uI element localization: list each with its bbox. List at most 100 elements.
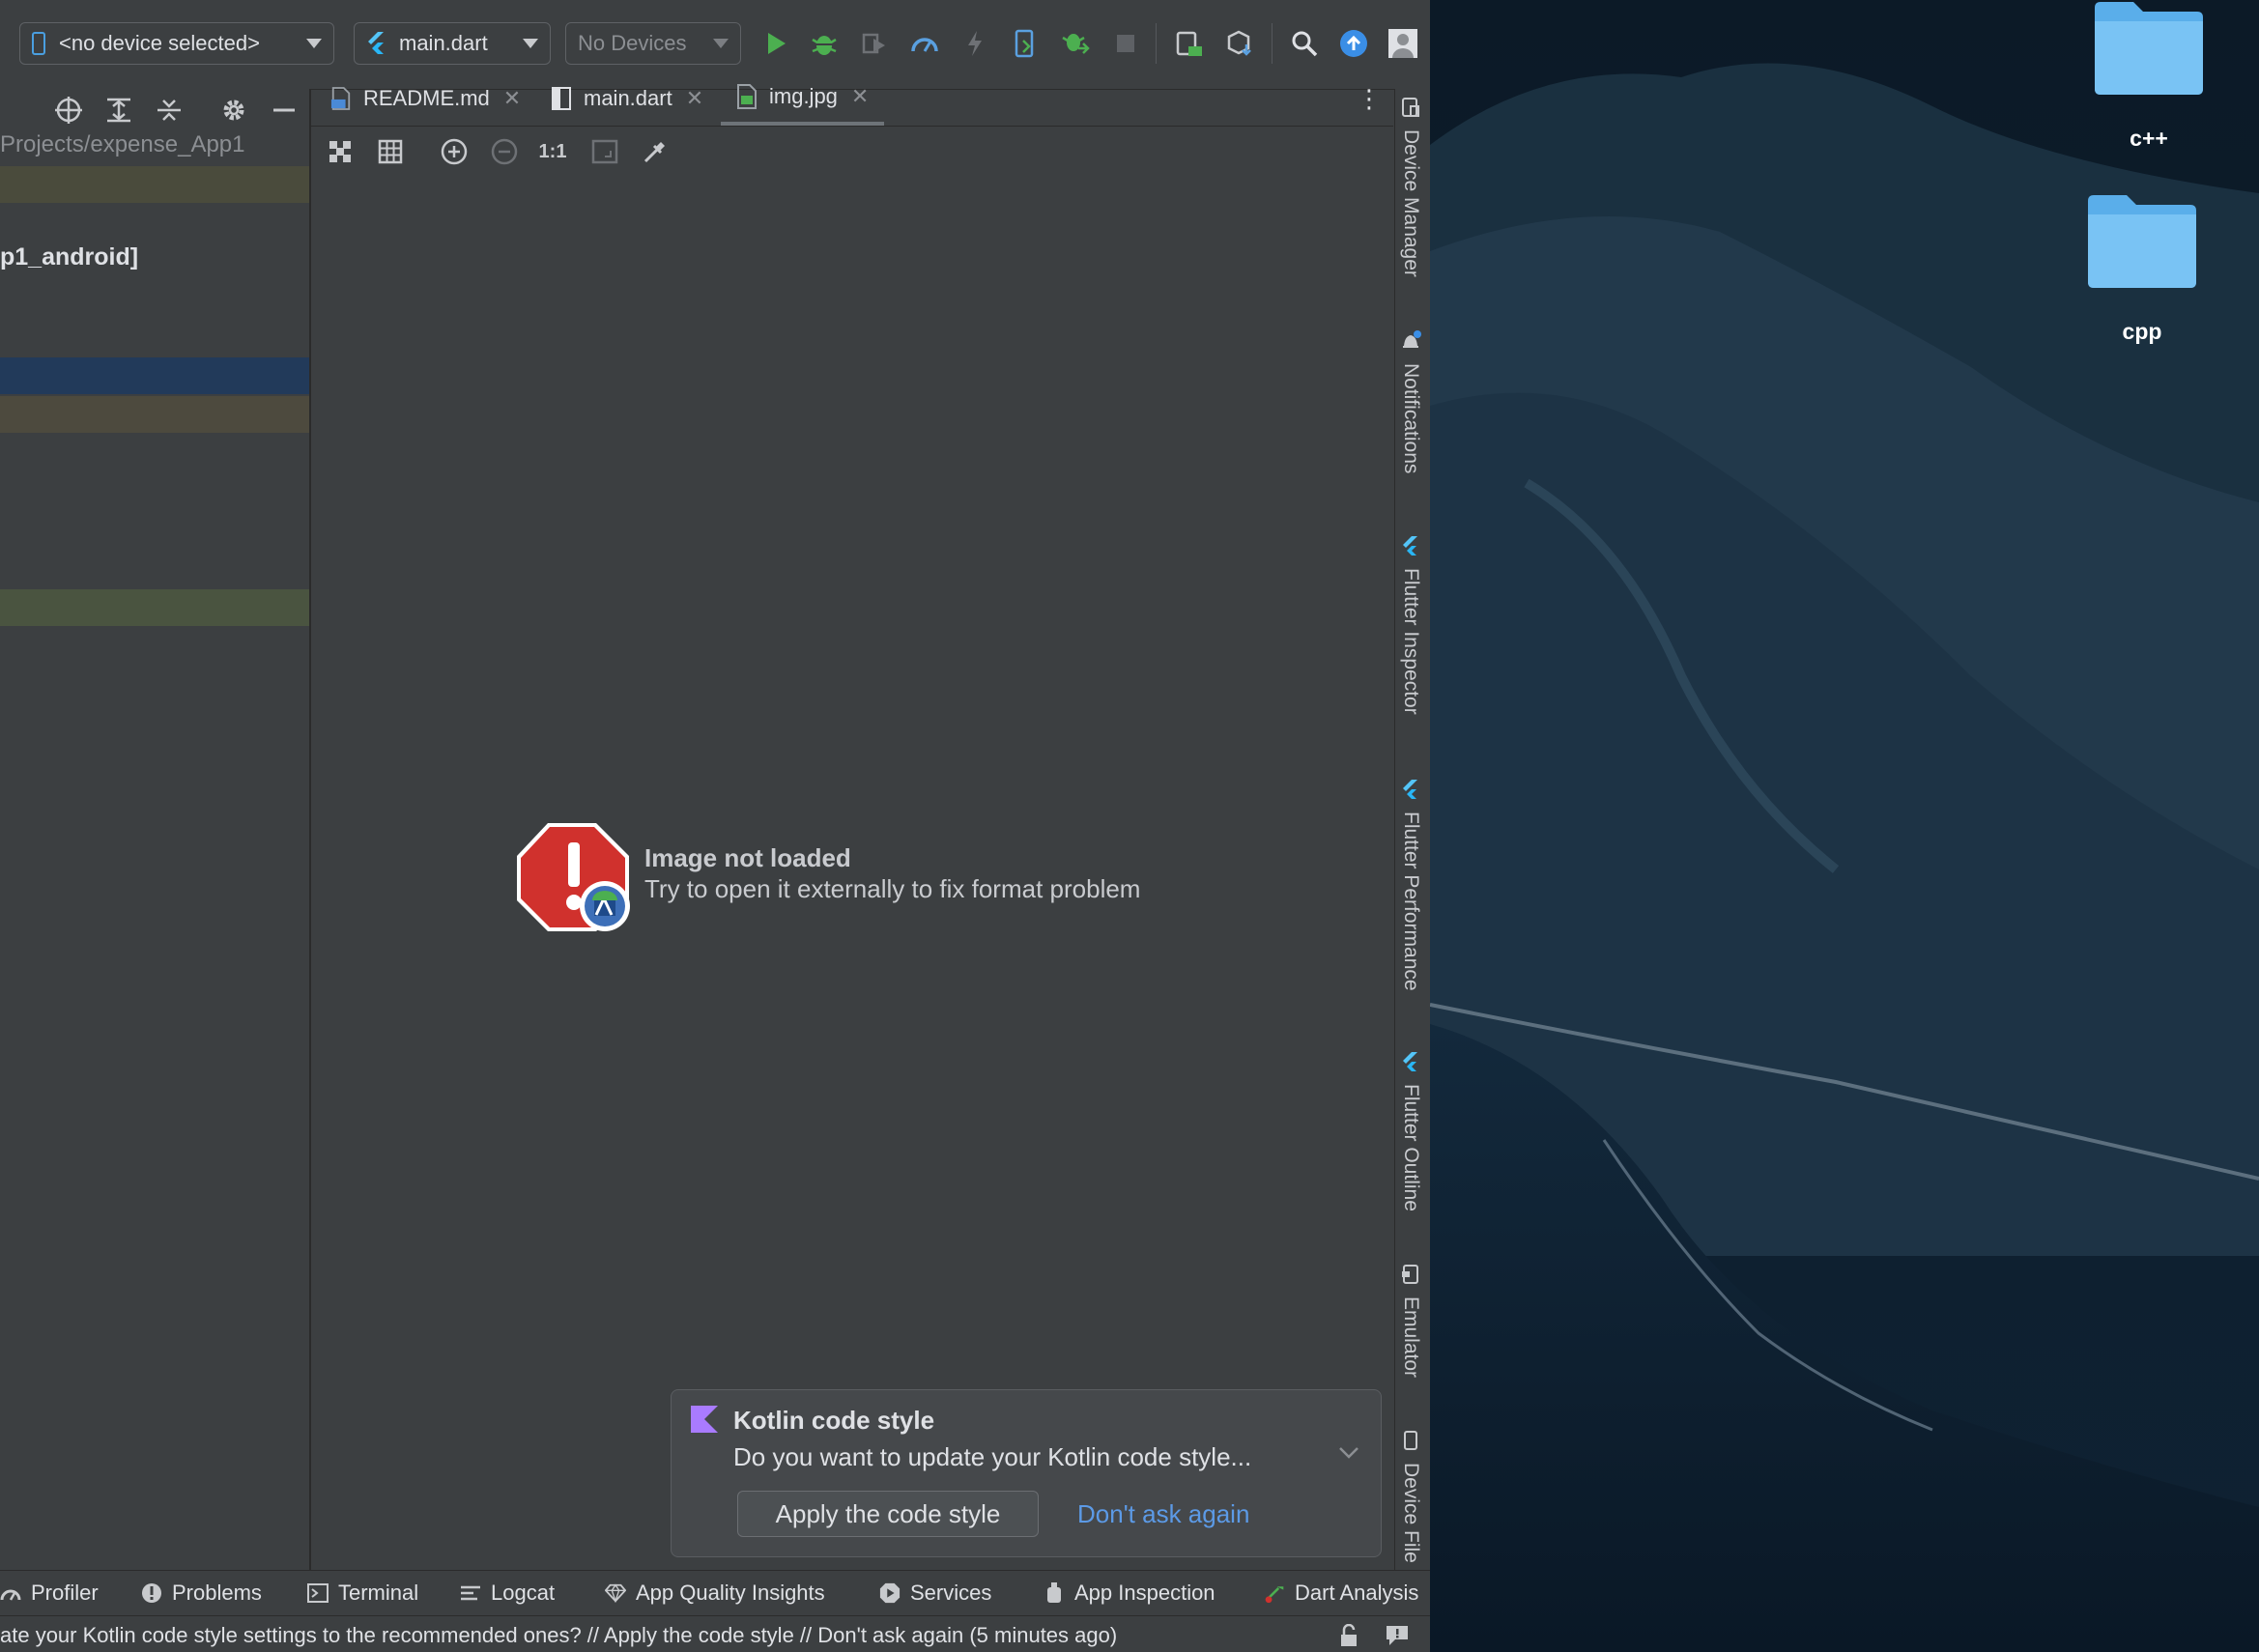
collapse-all-icon[interactable]: [154, 95, 185, 126]
terminal-icon: [307, 1582, 329, 1604]
gear-icon[interactable]: [218, 95, 249, 126]
diamond-icon: [605, 1582, 626, 1604]
zoom-in-icon[interactable]: [439, 136, 470, 167]
tool-emulator[interactable]: Emulator: [1399, 1264, 1422, 1378]
devices-combo-label: No Devices: [578, 31, 687, 55]
flutter-icon: [1400, 535, 1421, 556]
apply-code-style-button[interactable]: Apply the code style: [737, 1491, 1039, 1537]
tree-row-highlight[interactable]: [0, 166, 309, 203]
device-selector[interactable]: <no device selected>: [19, 22, 334, 65]
tab-label: img.jpg: [769, 84, 838, 108]
run-icon[interactable]: [759, 27, 792, 60]
phone-icon: [32, 32, 45, 55]
tool-label: Logcat: [491, 1581, 556, 1605]
device-mirroring-icon[interactable]: [1173, 27, 1206, 60]
tool-label: Problems: [172, 1581, 262, 1605]
zoom-out-icon[interactable]: [489, 136, 520, 167]
grid-icon[interactable]: [375, 136, 406, 167]
profile-icon[interactable]: [908, 27, 941, 60]
tool-label: Services: [910, 1581, 992, 1605]
tool-app-inspection[interactable]: App Inspection: [1044, 1581, 1215, 1606]
run-configuration-selector[interactable]: main.dart: [354, 22, 551, 65]
tool-label: Profiler: [31, 1581, 99, 1605]
tool-app-quality-insights[interactable]: App Quality Insights: [605, 1581, 825, 1606]
editor-tabs: README.md ✕ main.dart ✕ img.jpg ✕ ⋮: [311, 71, 1393, 127]
tool-label: Flutter Inspector: [1400, 568, 1422, 715]
tool-flutter-inspector[interactable]: Flutter Inspector: [1399, 535, 1422, 715]
services-icon: [879, 1582, 901, 1604]
tool-device-file-explorer[interactable]: Device File: [1399, 1430, 1422, 1563]
tool-label: Dart Analysis: [1295, 1581, 1419, 1605]
tool-profiler[interactable]: Profiler: [0, 1581, 99, 1606]
chevron-down-icon[interactable]: [1338, 1446, 1361, 1466]
apply-code-changes-icon[interactable]: [1009, 27, 1042, 60]
dart-analysis-icon: [1264, 1582, 1285, 1604]
desktop-folder-label[interactable]: c++: [2081, 126, 2216, 152]
image-file-icon: [736, 84, 758, 109]
device-selector-label: <no device selected>: [59, 31, 260, 55]
tool-notifications[interactable]: Notifications: [1399, 330, 1422, 473]
lock-icon[interactable]: [1337, 1624, 1360, 1647]
tab-readme[interactable]: README.md ✕: [330, 71, 521, 126]
debug-icon[interactable]: [808, 27, 841, 60]
app-inspection-icon: [1044, 1582, 1065, 1604]
tool-label: App Quality Insights: [636, 1581, 825, 1605]
tool-label: Terminal: [338, 1581, 419, 1605]
device-manager-icon: [1400, 97, 1421, 118]
minimize-icon[interactable]: [269, 95, 300, 126]
tool-label: Device File: [1400, 1463, 1422, 1563]
profiler-icon: [0, 1582, 21, 1604]
folder-icon[interactable]: [2084, 193, 2200, 295]
tool-services[interactable]: Services: [879, 1581, 991, 1606]
tool-label: Notifications: [1400, 363, 1422, 474]
status-message[interactable]: ate your Kotlin code style settings to t…: [0, 1623, 1117, 1648]
desktop-folder-label[interactable]: cpp: [2074, 319, 2210, 345]
tab-img-jpg[interactable]: img.jpg ✕: [721, 71, 885, 126]
logcat-icon: [460, 1582, 481, 1604]
project-panel-header: [0, 89, 309, 129]
stop-icon[interactable]: [1109, 27, 1142, 60]
event-log-icon[interactable]: [1386, 1624, 1409, 1647]
toolbar-separator: [1156, 23, 1157, 64]
tool-flutter-performance[interactable]: Flutter Performance: [1399, 779, 1422, 991]
update-icon[interactable]: [1337, 27, 1370, 60]
folder-icon[interactable]: [2091, 0, 2207, 101]
flutter-icon: [1400, 779, 1421, 800]
apply-changes-icon[interactable]: [958, 27, 991, 60]
attach-debugger-icon[interactable]: [1059, 27, 1092, 60]
fit-zoom-icon[interactable]: [589, 136, 620, 167]
search-icon[interactable]: [1288, 27, 1321, 60]
coverage-icon[interactable]: [858, 27, 891, 60]
tab-label: main.dart: [584, 86, 672, 110]
more-tabs-icon[interactable]: ⋮: [1357, 71, 1382, 126]
tool-terminal[interactable]: Terminal: [307, 1581, 418, 1606]
tool-flutter-outline[interactable]: Flutter Outline: [1399, 1051, 1422, 1211]
tree-row-selected[interactable]: [0, 357, 309, 394]
close-icon[interactable]: ✕: [503, 86, 521, 111]
tool-device-manager[interactable]: Device Manager: [1399, 97, 1422, 277]
tree-row-highlight[interactable]: [0, 589, 309, 626]
tool-dart-analysis[interactable]: Dart Analysis: [1264, 1581, 1418, 1606]
desktop-wallpaper: c++ cpp: [1430, 0, 2259, 1652]
expand-all-icon[interactable]: [103, 95, 134, 126]
chessboard-icon[interactable]: [325, 136, 356, 167]
locate-icon[interactable]: [53, 95, 84, 126]
tool-label: Emulator: [1400, 1296, 1422, 1379]
tree-row-highlight[interactable]: [0, 396, 309, 433]
problems-icon: [141, 1582, 162, 1604]
android-studio-window: <no device selected> main.dart No Device…: [0, 0, 1430, 1652]
project-root-path[interactable]: Projects/expense_App1: [0, 131, 245, 158]
tab-main-dart[interactable]: main.dart ✕: [551, 71, 703, 126]
tool-problems[interactable]: Problems: [141, 1581, 262, 1606]
image-viewer-toolbar: 1:1: [311, 127, 1393, 175]
account-icon[interactable]: [1387, 27, 1419, 60]
tool-logcat[interactable]: Logcat: [460, 1581, 555, 1606]
close-icon[interactable]: ✕: [851, 84, 869, 109]
color-picker-icon[interactable]: [640, 136, 671, 167]
actual-size-button[interactable]: 1:1: [537, 136, 568, 167]
close-icon[interactable]: ✕: [686, 86, 703, 111]
sdk-manager-icon[interactable]: [1223, 27, 1256, 60]
android-module-node[interactable]: p1_android]: [0, 243, 138, 271]
dont-ask-again-link[interactable]: Don't ask again: [1077, 1499, 1249, 1529]
devices-combo[interactable]: No Devices: [565, 22, 741, 65]
